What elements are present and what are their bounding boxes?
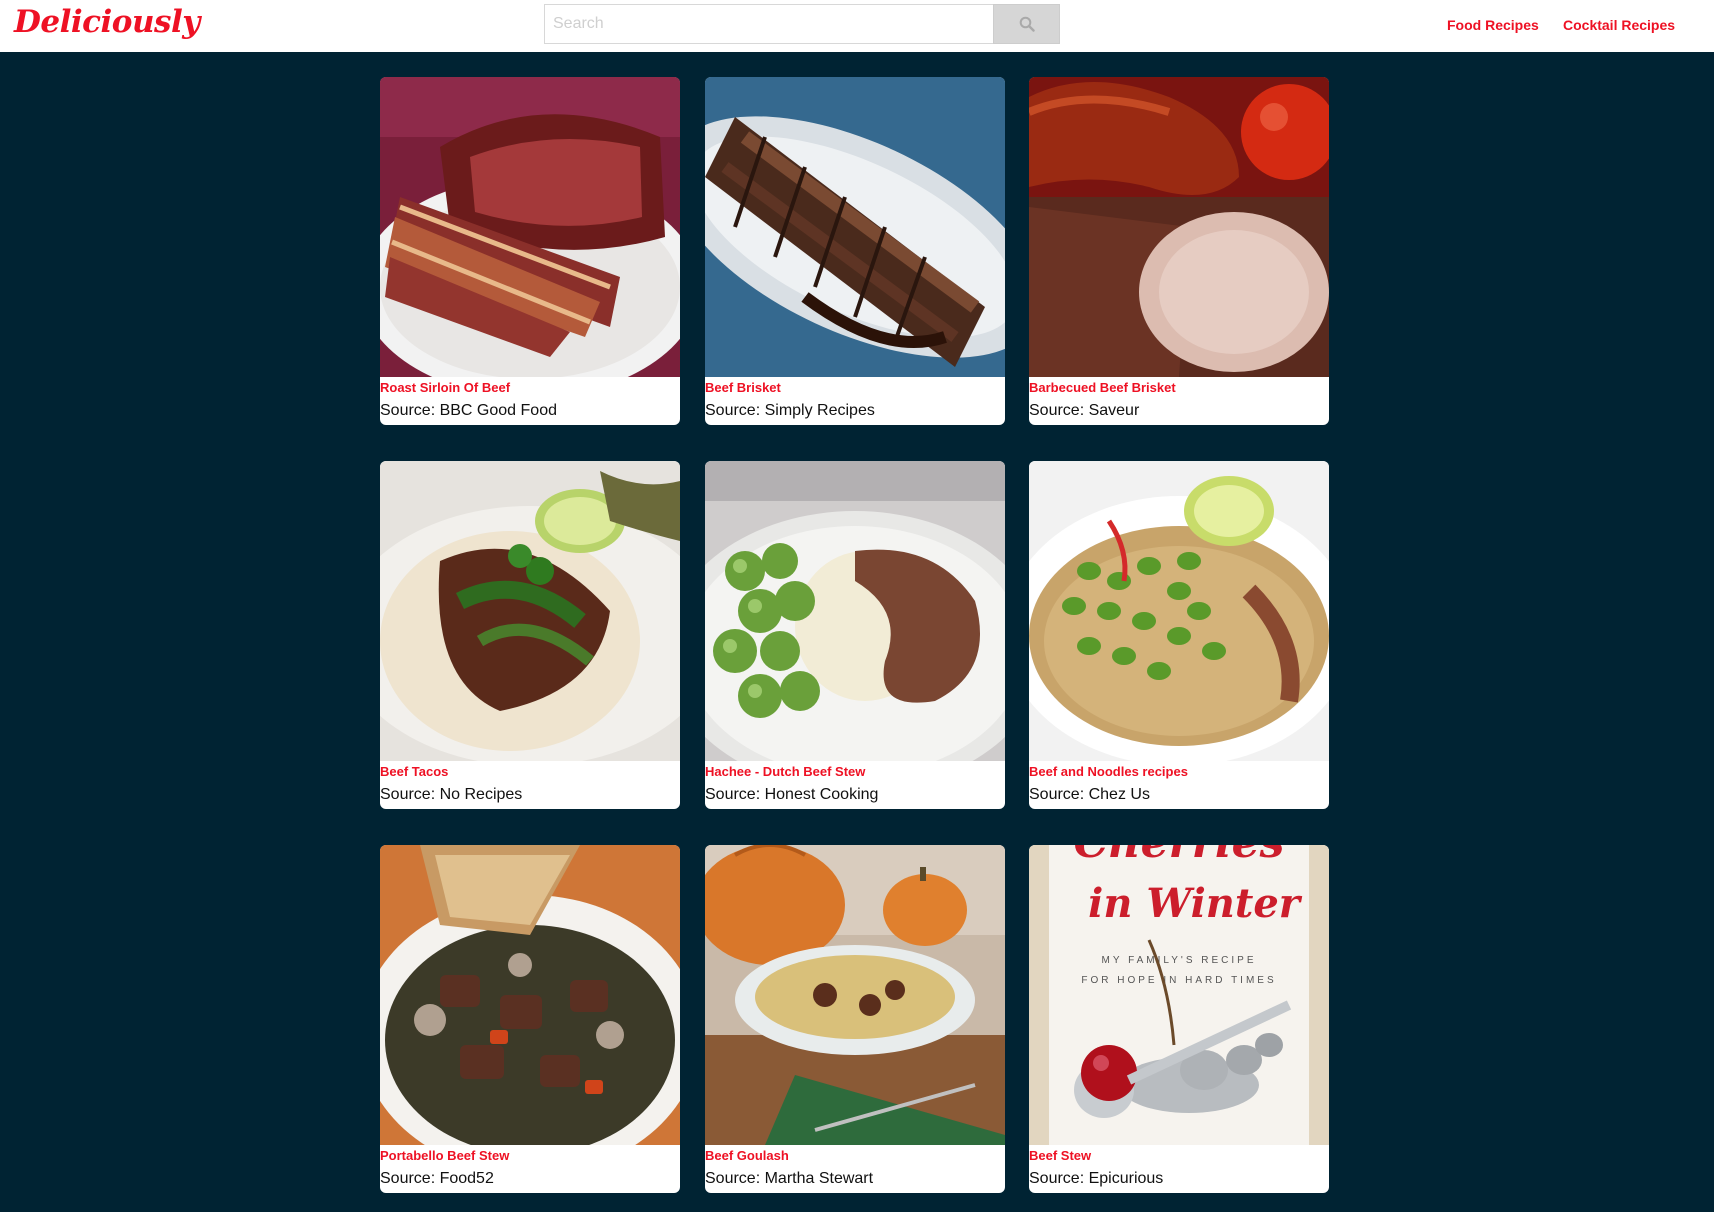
recipe-title[interactable]: Barbecued Beef Brisket: [1029, 380, 1176, 395]
recipe-card[interactable]: Beef and Noodles recipes Source: Chez Us: [1029, 461, 1329, 809]
recipe-title[interactable]: Portabello Beef Stew: [380, 1148, 509, 1163]
recipe-title[interactable]: Beef Tacos: [380, 764, 448, 779]
recipe-title[interactable]: Beef Brisket: [705, 380, 781, 395]
site-logo[interactable]: Deliciously: [14, 4, 200, 40]
book-subtitle-line2: FOR HOPE IN HARD TIMES: [1081, 975, 1276, 986]
recipe-title[interactable]: Beef and Noodles recipes: [1029, 764, 1188, 779]
recipe-source: Source: Chez Us: [1029, 786, 1150, 803]
search-icon: [1019, 16, 1035, 32]
recipe-source: Source: Saveur: [1029, 402, 1140, 419]
recipe-source: Source: Martha Stewart: [705, 1170, 874, 1187]
search-button[interactable]: [993, 4, 1060, 44]
recipe-card[interactable]: Barbecued Beef Brisket Source: Saveur: [1029, 77, 1329, 425]
recipe-image[interactable]: [1029, 77, 1329, 377]
recipe-title[interactable]: Beef Stew: [1029, 1148, 1091, 1163]
recipe-title[interactable]: Hachee - Dutch Beef Stew: [705, 764, 865, 779]
recipe-title[interactable]: Roast Sirloin Of Beef: [380, 380, 510, 395]
nav-food-recipes[interactable]: Food Recipes: [1447, 17, 1539, 33]
recipe-image[interactable]: [380, 461, 680, 761]
nav-cocktail-recipes[interactable]: Cocktail Recipes: [1563, 17, 1675, 33]
recipe-card[interactable]: Roast Sirloin Of Beef Source: BBC Good F…: [380, 77, 680, 425]
recipe-image[interactable]: Cherries in Winter MY FAMILY'S RECIPE FO…: [1029, 845, 1329, 1145]
recipe-source: Source: BBC Good Food: [380, 402, 557, 419]
recipe-card[interactable]: Beef Tacos Source: No Recipes: [380, 461, 680, 809]
recipe-card[interactable]: Portabello Beef Stew Source: Food52: [380, 845, 680, 1193]
recipe-card[interactable]: Hachee - Dutch Beef Stew Source: Honest …: [705, 461, 1005, 809]
recipe-source: Source: No Recipes: [380, 786, 523, 803]
recipe-source: Source: Epicurious: [1029, 1170, 1164, 1187]
recipe-image[interactable]: [380, 845, 680, 1145]
recipe-source: Source: Simply Recipes: [705, 402, 875, 419]
recipe-source: Source: Honest Cooking: [705, 786, 879, 803]
recipe-source: Source: Food52: [380, 1170, 494, 1187]
recipe-image[interactable]: [705, 845, 1005, 1145]
recipe-image[interactable]: [1029, 461, 1329, 761]
recipe-image[interactable]: [380, 77, 680, 377]
book-subtitle-line1: MY FAMILY'S RECIPE: [1101, 955, 1256, 966]
top-navbar: Deliciously Food Recipes Cocktail Recipe…: [0, 0, 1714, 52]
recipe-image[interactable]: [705, 77, 1005, 377]
book-title-line1: Cherries: [1074, 845, 1285, 868]
search-input[interactable]: [544, 4, 994, 44]
recipe-card[interactable]: Beef Brisket Source: Simply Recipes: [705, 77, 1005, 425]
recipe-title[interactable]: Beef Goulash: [705, 1148, 789, 1163]
book-title-line2: in Winter: [1088, 880, 1303, 927]
recipe-card[interactable]: Cherries in Winter MY FAMILY'S RECIPE FO…: [1029, 845, 1329, 1193]
recipe-image[interactable]: [705, 461, 1005, 761]
recipe-card[interactable]: Beef Goulash Source: Martha Stewart: [705, 845, 1005, 1193]
